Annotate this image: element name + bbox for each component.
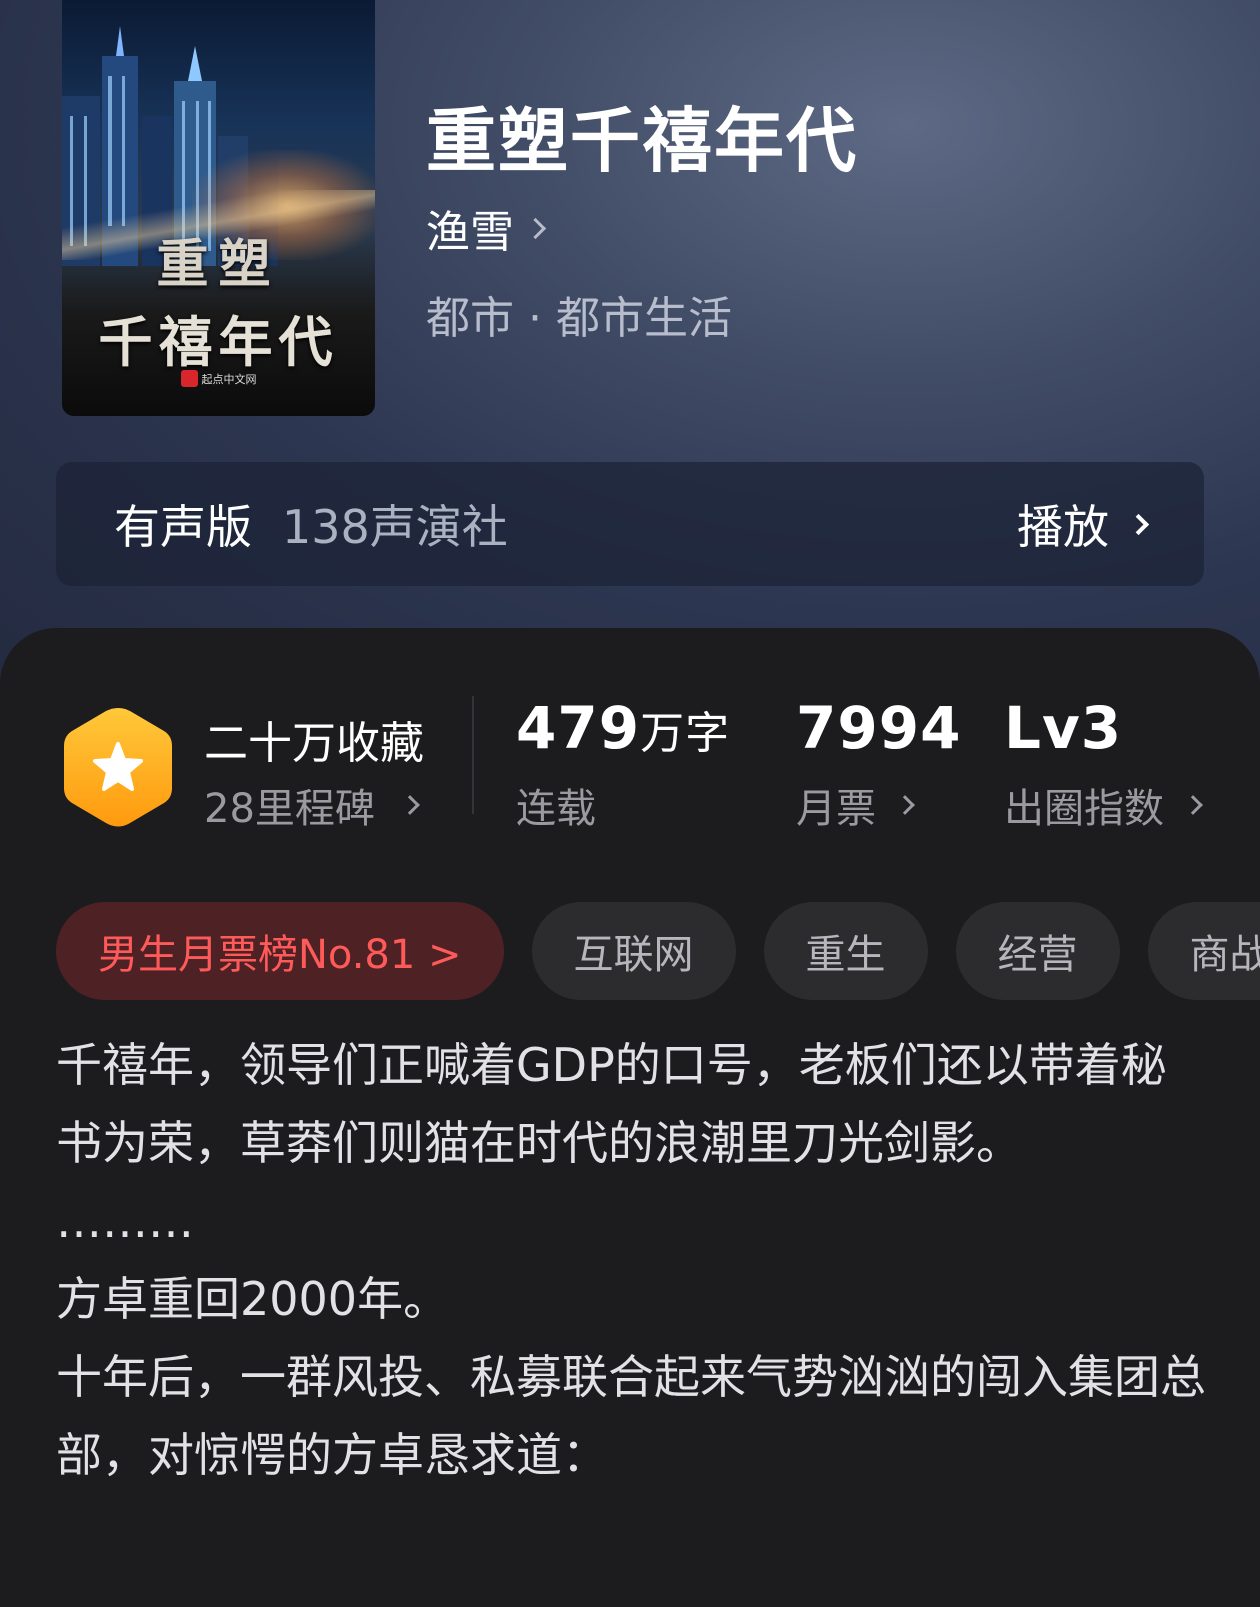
tag-internet[interactable]: 互联网 xyxy=(531,902,736,1000)
publisher-logo-icon xyxy=(180,370,198,387)
chevron-right-icon xyxy=(1127,513,1150,535)
cover-publisher-name: 起点中文网 xyxy=(201,372,257,386)
chevron-right-icon xyxy=(1183,795,1203,815)
audiobook-bar[interactable]: 有声版 138声演社 播放 xyxy=(56,462,1204,586)
milestones-label: 28里程碑 xyxy=(204,786,375,832)
synopsis-paragraph: 十年后，一群风投、私募联合起来气势汹汹的闯入集团总部，对惊愕的方卓恳求道： xyxy=(56,1350,1206,1482)
tag-business[interactable]: 经营 xyxy=(955,902,1120,1000)
stats-divider xyxy=(472,696,474,814)
chevron-right-icon xyxy=(524,217,547,239)
circle-index-stat[interactable]: Lv3 出圈指数 xyxy=(1004,694,1203,834)
synopsis-paragraph: 方卓重回2000年。 xyxy=(56,1272,450,1326)
word-count-unit: 万字 xyxy=(640,708,731,759)
synopsis-paragraph: 千禧年，领导们正喊着GDP的口号，老板们还以带着秘书为荣，草莽们则猫在时代的浪潮… xyxy=(56,1038,1167,1170)
synopsis-paragraph: ……… xyxy=(56,1194,194,1248)
chevron-right-icon xyxy=(400,795,420,815)
audiobook-label: 有声版 xyxy=(114,500,252,554)
favorites-count: 二十万收藏 xyxy=(204,718,424,769)
word-count-stat: 479万字 连载 xyxy=(516,694,730,834)
synopsis[interactable]: 千禧年，领导们正喊着GDP的口号，老板们还以带着秘书为荣，草莽们则猫在时代的浪潮… xyxy=(56,1026,1206,1494)
star-hexagon-icon xyxy=(64,708,172,827)
author-name: 渔雪 xyxy=(426,207,514,258)
monthly-tickets-stat[interactable]: 7994 月票 xyxy=(796,694,961,834)
audiobook-play-button[interactable]: 播放 xyxy=(1017,491,1150,557)
tag-rebirth[interactable]: 重生 xyxy=(763,902,928,1000)
circle-index-value: Lv3 xyxy=(1004,694,1123,762)
word-count-value: 479 xyxy=(516,694,641,762)
monthly-tickets-value: 7994 xyxy=(796,694,962,762)
play-label: 播放 xyxy=(1017,500,1109,554)
book-cover[interactable]: 重塑 千禧年代 起点中文网 xyxy=(62,0,375,416)
book-genre: 都市 · 都市生活 xyxy=(426,293,732,344)
detail-panel: 二十万收藏 28里程碑 479万字 连载 7994 月票 Lv3 出圈指数 男生… xyxy=(0,628,1260,1607)
book-header: 重塑 千禧年代 起点中文网 重塑千禧年代 渔雪 都市 · 都市生活 有声版 13… xyxy=(0,0,1260,700)
serial-status: 连载 xyxy=(516,786,596,832)
tag-list: 男生月票榜No.81 > 互联网 重生 经营 商战 xyxy=(56,902,1260,1000)
cover-title-line1: 重塑 xyxy=(156,234,281,295)
author-link[interactable]: 渔雪 xyxy=(426,196,547,260)
monthly-tickets-label: 月票 xyxy=(796,786,876,832)
audiobook-studio: 138声演社 xyxy=(282,500,508,554)
tag-monthly-rank[interactable]: 男生月票榜No.81 > xyxy=(56,902,504,1000)
book-title: 重塑千禧年代 xyxy=(426,99,858,182)
milestones-link[interactable]: 28里程碑 xyxy=(204,776,420,834)
circle-index-label: 出圈指数 xyxy=(1004,786,1164,832)
tag-commerce[interactable]: 商战 xyxy=(1147,902,1260,1000)
cover-title-line2: 千禧年代 xyxy=(98,310,339,374)
chevron-right-icon xyxy=(895,795,915,815)
cover-publisher: 起点中文网 xyxy=(62,370,375,387)
